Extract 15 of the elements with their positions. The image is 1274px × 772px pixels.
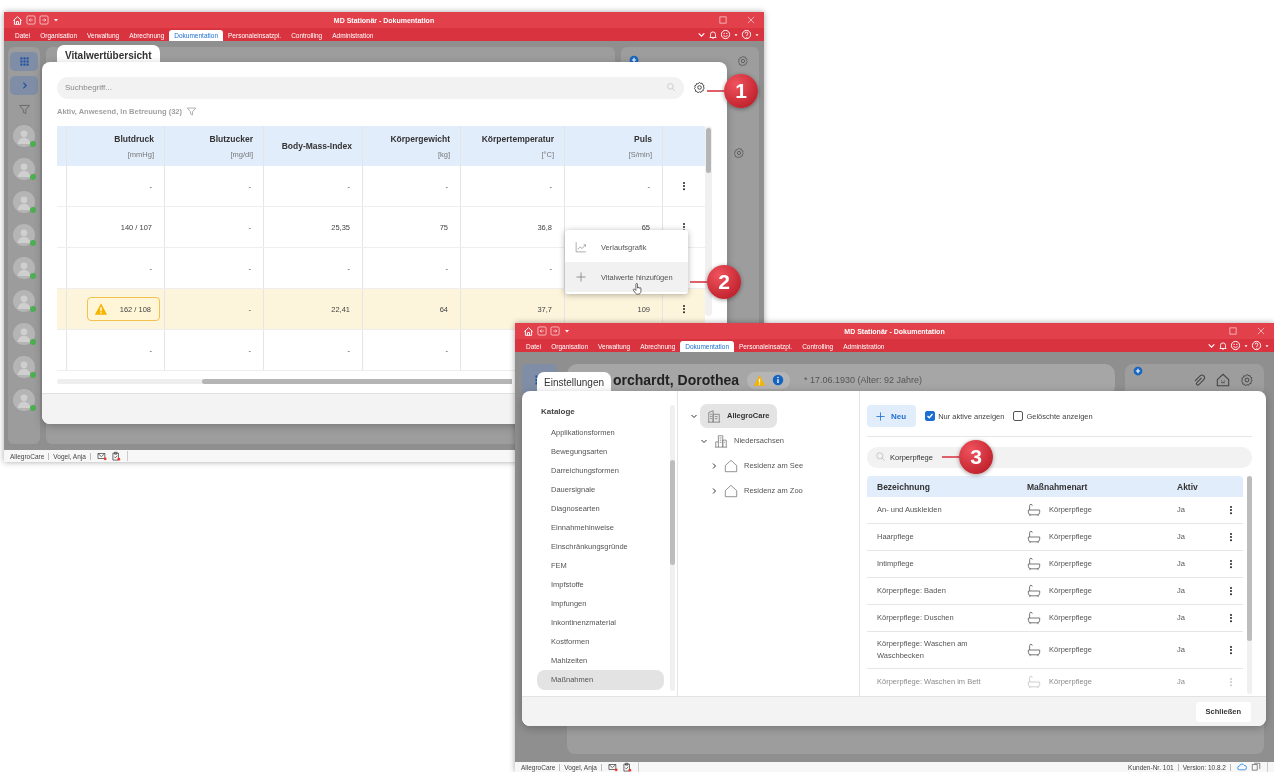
column-header[interactable]: Body-Mass-Index [281, 141, 352, 151]
search-field[interactable]: Suchbegriff... [57, 76, 684, 99]
column-header[interactable]: Blutdruck [114, 133, 154, 144]
column-header[interactable]: Aktiv [1177, 481, 1219, 492]
column-header[interactable]: Körpertemperatur [481, 133, 554, 144]
birth-date: * 17.06.1930 (Alter: 92 Jahre) [804, 375, 923, 385]
column-header[interactable]: Blutzucker [209, 133, 253, 144]
column-header[interactable]: Bezeichnung [877, 481, 1027, 492]
dialog-tab[interactable]: Vitalwertübersicht [57, 45, 160, 65]
patient-name: orchardt, Dorothea [613, 372, 739, 388]
column-header[interactable]: Maßnahmenart [1027, 481, 1177, 492]
column-header[interactable]: Körpergewicht [390, 133, 450, 144]
new-button[interactable]: Neu [867, 405, 917, 427]
section-heading: Kataloge [540, 406, 576, 418]
column-header[interactable]: Puls [634, 133, 652, 144]
